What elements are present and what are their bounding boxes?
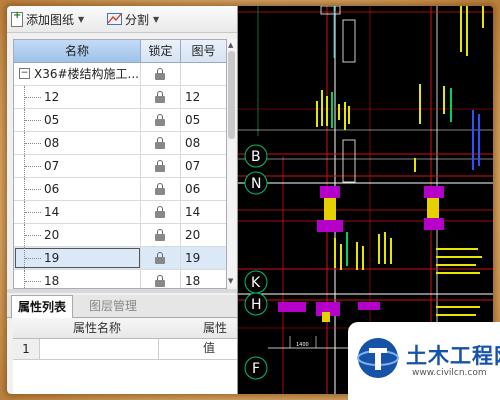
panel-splitter[interactable]	[7, 289, 237, 293]
tree-row[interactable]: 12 12	[14, 86, 226, 109]
drawing-number: 20	[185, 228, 201, 242]
property-name-cell[interactable]	[40, 339, 159, 359]
watermark: 土木工程网 www.civilcn.com	[348, 322, 500, 400]
tree-scrollbar[interactable]: ▲ ▼	[227, 39, 236, 287]
column-header-property-value[interactable]: 属性值	[203, 318, 237, 355]
scroll-up-icon[interactable]: ▲	[228, 41, 233, 49]
drawing-number: 18	[185, 274, 201, 288]
drawing-name: 19	[44, 251, 60, 265]
bottom-tab-bar: 属性列表 图层管理	[7, 295, 237, 319]
drawing-name: 07	[44, 159, 60, 173]
tree-row[interactable]: 05 05	[14, 109, 226, 132]
civilcn-logo-icon	[357, 338, 399, 378]
drawing-tree: 名称 锁定 图号 − X36#楼结构施工... 12 12 05 05 08 0…	[13, 39, 227, 289]
collapse-icon[interactable]: −	[19, 68, 30, 79]
tree-row[interactable]: 08 08	[14, 132, 226, 155]
drawing-number: 07	[185, 159, 201, 173]
column-header-lock[interactable]: 锁定	[141, 40, 181, 62]
lock-icon[interactable]	[155, 91, 165, 103]
panel-toolbar: 添加图纸 ▼ 分割 ▼	[7, 6, 237, 33]
add-drawing-button[interactable]: 添加图纸 ▼	[11, 10, 84, 28]
add-drawing-label: 添加图纸	[26, 12, 75, 27]
drawing-name: 20	[44, 228, 60, 242]
axis-label: F	[252, 361, 260, 377]
column-header-number[interactable]: 图号	[181, 40, 226, 62]
tree-row[interactable]: 06 06	[14, 178, 226, 201]
tree-row[interactable]: 07 07	[14, 155, 226, 178]
lock-icon[interactable]	[155, 137, 165, 149]
column-header-property-name[interactable]: 属性名称	[73, 318, 121, 338]
axis-label: N	[251, 176, 261, 192]
watermark-url: www.civilcn.com	[412, 368, 487, 378]
tab-properties[interactable]: 属性列表	[11, 295, 74, 319]
drawing-name: 18	[44, 274, 60, 288]
drawing-number: 12	[185, 90, 201, 104]
property-row[interactable]: 1	[13, 339, 237, 360]
dimension-label: 1400	[296, 342, 309, 348]
drawing-name: 12	[44, 90, 60, 104]
drawing-name: 08	[44, 136, 60, 150]
axis-label: K	[251, 275, 261, 291]
tree-root-row[interactable]: − X36#楼结构施工...	[14, 63, 226, 86]
drawing-number: 06	[185, 182, 201, 196]
tree-header: 名称 锁定 图号	[14, 40, 226, 63]
drawing-management-panel: 添加图纸 ▼ 分割 ▼ 名称 锁定 图号 − X36#楼结	[7, 6, 238, 394]
tree-row[interactable]: 18 18	[14, 270, 226, 288]
tree-root-label: X36#楼结构施工...	[34, 67, 138, 81]
lock-icon[interactable]	[155, 229, 165, 241]
tree-row[interactable]: 20 20	[14, 224, 226, 247]
drawing-number: 08	[185, 136, 201, 150]
tree-row[interactable]: 14 14	[14, 201, 226, 224]
split-drawing-icon	[107, 13, 122, 25]
chevron-down-icon[interactable]: ▼	[78, 15, 84, 24]
lock-icon[interactable]	[155, 114, 165, 126]
lock-icon[interactable]	[155, 275, 165, 287]
drawing-name: 05	[44, 113, 60, 127]
chevron-down-icon[interactable]: ▼	[153, 15, 159, 24]
drawing-number: 14	[185, 205, 201, 219]
axis-label: B	[251, 149, 261, 165]
property-grid: 属性名称 属性值 1	[13, 318, 237, 394]
tab-layers[interactable]: 图层管理	[83, 295, 143, 317]
lock-icon[interactable]	[155, 68, 165, 80]
column-header-name[interactable]: 名称	[14, 40, 141, 62]
scroll-down-icon[interactable]: ▼	[228, 277, 233, 285]
split-button[interactable]: 分割 ▼	[107, 10, 159, 28]
drawing-number: 19	[185, 251, 201, 265]
tree-row-selected[interactable]: 19 19	[14, 247, 226, 270]
drawing-name: 14	[44, 205, 60, 219]
watermark-title: 土木工程网	[406, 344, 500, 368]
split-label: 分割	[125, 12, 150, 27]
lock-icon[interactable]	[155, 206, 165, 218]
lock-icon[interactable]	[155, 160, 165, 172]
drawing-number: 05	[185, 113, 201, 127]
scrollbar-thumb[interactable]	[228, 51, 235, 139]
lock-icon[interactable]	[155, 183, 165, 195]
add-document-icon	[11, 10, 23, 27]
property-grid-header: 属性名称 属性值	[13, 318, 237, 355]
row-index: 1	[13, 339, 40, 359]
lock-icon[interactable]	[155, 252, 165, 264]
drawing-name: 06	[44, 182, 60, 196]
axis-label: H	[251, 297, 262, 313]
